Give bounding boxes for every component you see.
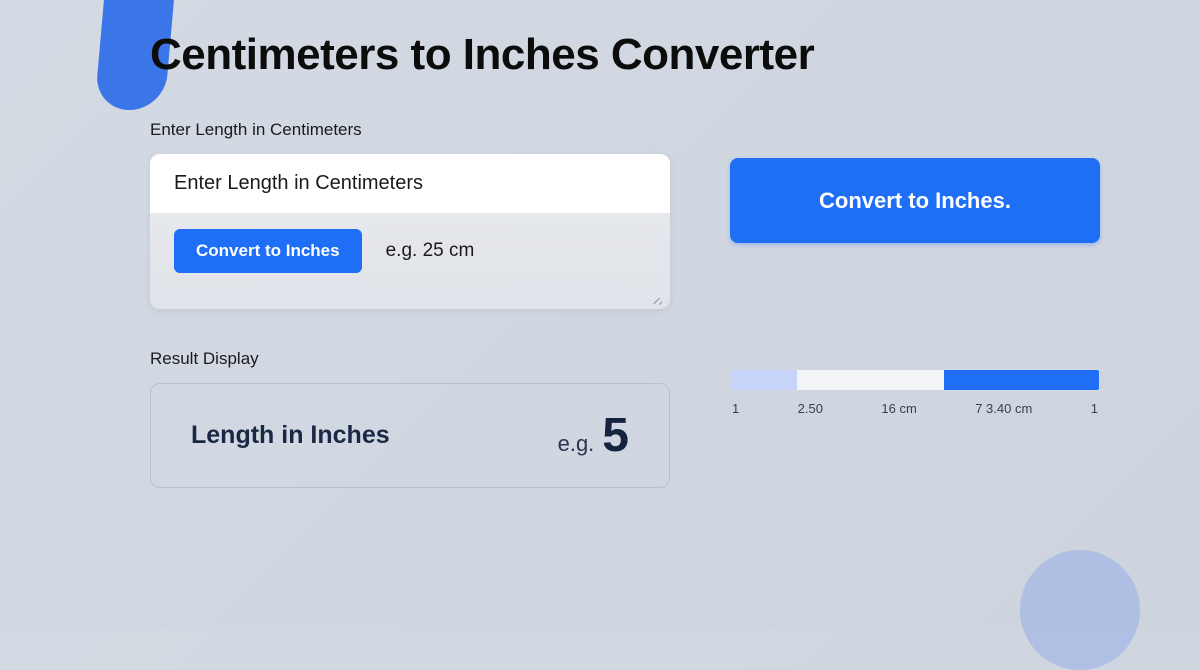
ruler-tick: 1 [1091, 401, 1098, 416]
ruler-segment-light [731, 370, 797, 390]
result-prefix: e.g. [558, 431, 595, 457]
ruler-bar[interactable] [730, 369, 1100, 391]
result-section-label: Result Display [150, 349, 670, 369]
ruler-segment-empty [797, 370, 944, 390]
page-title: Centimeters to Inches Converter [150, 30, 1100, 80]
ruler-tick: 7 3.40 cm [975, 401, 1032, 416]
ruler-tick: 1 [732, 401, 739, 416]
convert-button-small[interactable]: Convert to Inches [174, 229, 362, 273]
input-body: Convert to Inches e.g. 25 cm [150, 213, 670, 289]
result-row: Result Display Length in Inches e.g. 5 1… [150, 309, 1100, 488]
main-container: Centimeters to Inches Converter Enter Le… [0, 0, 1200, 630]
result-value: e.g. 5 [558, 408, 629, 463]
ruler-ticks: 1 2.50 16 cm 7 3.40 cm 1 [730, 401, 1100, 416]
input-section-label: Enter Length in Centimeters [150, 120, 670, 140]
input-card: Enter Length in Centimeters Convert to I… [150, 154, 670, 309]
input-row: Enter Length in Centimeters Enter Length… [150, 120, 1100, 309]
ruler-segment-fill [944, 370, 1099, 390]
ruler-column: 1 2.50 16 cm 7 3.40 cm 1 [730, 309, 1100, 416]
result-column: Result Display Length in Inches e.g. 5 [150, 349, 670, 488]
ruler-widget: 1 2.50 16 cm 7 3.40 cm 1 [730, 369, 1100, 416]
result-number: 5 [602, 408, 629, 463]
input-column: Enter Length in Centimeters Enter Length… [150, 120, 670, 309]
convert-button-large[interactable]: Convert to Inches. [730, 158, 1100, 243]
result-label: Length in Inches [191, 421, 390, 450]
input-hint: e.g. 25 cm [386, 240, 475, 262]
resize-handle-icon[interactable] [652, 293, 662, 303]
length-input[interactable]: Enter Length in Centimeters [150, 154, 670, 213]
result-card: Length in Inches e.g. 5 [150, 383, 670, 488]
ruler-tick: 2.50 [798, 401, 823, 416]
action-column: Convert to Inches. [730, 120, 1100, 243]
ruler-tick: 16 cm [881, 401, 916, 416]
